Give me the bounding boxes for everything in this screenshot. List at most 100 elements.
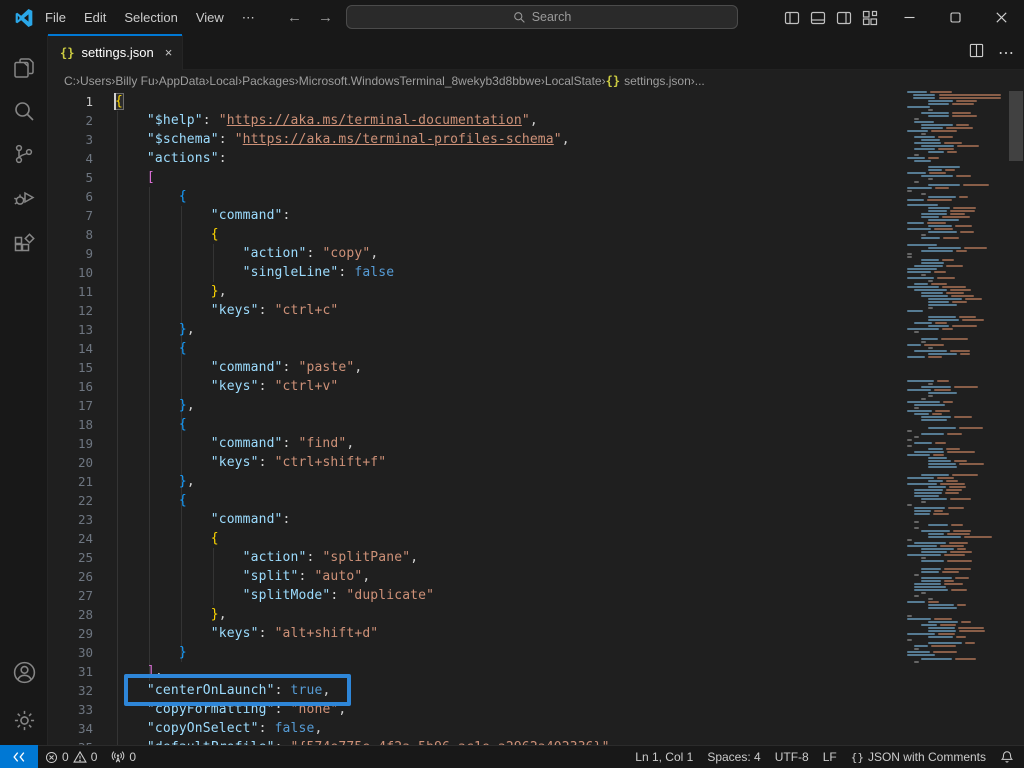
line-number[interactable]: 31 <box>48 662 93 681</box>
search-sidebar-icon[interactable] <box>0 91 48 131</box>
line-number[interactable]: 5 <box>48 168 93 187</box>
source-control-icon[interactable] <box>0 134 48 174</box>
code-line[interactable]: 26 "split": "auto", <box>48 567 1024 586</box>
breadcrumb-item[interactable]: C: <box>64 74 76 88</box>
line-number[interactable]: 13 <box>48 320 93 339</box>
line-number[interactable]: 10 <box>48 263 93 282</box>
code-line[interactable]: 10 "singleLine": false <box>48 263 1024 282</box>
breadcrumb-item[interactable]: {}settings.json <box>606 74 691 88</box>
code-line[interactable]: 6 { <box>48 187 1024 206</box>
line-number[interactable]: 25 <box>48 548 93 567</box>
line-number[interactable]: 34 <box>48 719 93 738</box>
code-line[interactable]: 9 "action": "copy", <box>48 244 1024 263</box>
close-button[interactable] <box>978 0 1024 35</box>
breadcrumb-item[interactable]: AppData <box>159 74 206 88</box>
tab-close-icon[interactable]: × <box>165 45 173 60</box>
line-number[interactable]: 12 <box>48 301 93 320</box>
code-line[interactable]: 15 "command": "paste", <box>48 358 1024 377</box>
code-line[interactable]: 29 "keys": "alt+shift+d" <box>48 624 1024 643</box>
line-number[interactable]: 27 <box>48 586 93 605</box>
breadcrumb-item[interactable]: ... <box>695 74 705 88</box>
maximize-button[interactable] <box>932 0 978 35</box>
code-line[interactable]: 16 "keys": "ctrl+v" <box>48 377 1024 396</box>
toggle-sidebar-icon[interactable] <box>783 9 800 26</box>
line-number[interactable]: 8 <box>48 225 93 244</box>
line-number[interactable]: 6 <box>48 187 93 206</box>
line-number[interactable]: 33 <box>48 700 93 719</box>
run-debug-icon[interactable] <box>0 178 48 218</box>
ports-status[interactable]: 0 <box>104 746 143 768</box>
line-number[interactable]: 20 <box>48 453 93 472</box>
line-number[interactable]: 3 <box>48 130 93 149</box>
minimap[interactable] <box>903 91 1008 691</box>
editor[interactable]: 1{2 "$help": "https://aka.ms/terminal-do… <box>48 91 1024 745</box>
code-line[interactable]: 35 "defaultProfile": "{574e775e-4f2a-5b9… <box>48 738 1024 745</box>
code-line[interactable]: 12 "keys": "ctrl+c" <box>48 301 1024 320</box>
notifications-status[interactable] <box>993 746 1024 768</box>
code-line[interactable]: 24 { <box>48 529 1024 548</box>
extensions-icon[interactable] <box>0 225 48 265</box>
settings-gear-icon[interactable] <box>0 700 48 740</box>
customize-layout-icon[interactable] <box>861 9 878 26</box>
line-number[interactable]: 22 <box>48 491 93 510</box>
code-line[interactable]: 17 }, <box>48 396 1024 415</box>
breadcrumb-item[interactable]: LocalState <box>545 74 602 88</box>
breadcrumb-item[interactable]: Users <box>80 74 111 88</box>
line-number[interactable]: 18 <box>48 415 93 434</box>
line-number[interactable]: 24 <box>48 529 93 548</box>
encoding-status[interactable]: UTF-8 <box>768 746 816 768</box>
line-number[interactable]: 21 <box>48 472 93 491</box>
line-number[interactable]: 23 <box>48 510 93 529</box>
menu-item-view[interactable]: View <box>187 7 233 28</box>
code-line[interactable]: 7 "command": <box>48 206 1024 225</box>
code-line[interactable]: 27 "splitMode": "duplicate" <box>48 586 1024 605</box>
command-center-search[interactable]: Search <box>346 5 738 29</box>
code-line[interactable]: 23 "command": <box>48 510 1024 529</box>
line-number[interactable]: 7 <box>48 206 93 225</box>
remote-indicator[interactable] <box>0 745 38 768</box>
indentation-status[interactable]: Spaces: 4 <box>700 746 767 768</box>
line-number[interactable]: 16 <box>48 377 93 396</box>
line-number[interactable]: 19 <box>48 434 93 453</box>
minimize-button[interactable] <box>886 0 932 35</box>
line-number[interactable]: 26 <box>48 567 93 586</box>
toggle-panel-icon[interactable] <box>809 9 826 26</box>
code-line[interactable]: 13 }, <box>48 320 1024 339</box>
breadcrumb-item[interactable]: Packages <box>242 74 295 88</box>
line-number[interactable]: 17 <box>48 396 93 415</box>
line-number[interactable]: 9 <box>48 244 93 263</box>
line-number[interactable]: 30 <box>48 643 93 662</box>
breadcrumb-item[interactable]: Billy Fu <box>115 74 154 88</box>
line-number[interactable]: 35 <box>48 738 93 745</box>
line-number[interactable]: 28 <box>48 605 93 624</box>
line-number[interactable]: 14 <box>48 339 93 358</box>
tab-settings-json[interactable]: {} settings.json × <box>48 35 183 70</box>
line-number[interactable]: 15 <box>48 358 93 377</box>
code-line[interactable]: 20 "keys": "ctrl+shift+f" <box>48 453 1024 472</box>
code-line[interactable]: 34 "copyOnSelect": false, <box>48 719 1024 738</box>
code-line[interactable]: 22 { <box>48 491 1024 510</box>
line-number[interactable]: 1 <box>48 92 93 111</box>
account-icon[interactable] <box>0 652 48 692</box>
problems-status[interactable]: 0 0 <box>38 746 104 768</box>
menu-item-edit[interactable]: Edit <box>75 7 115 28</box>
code-line[interactable]: 19 "command": "find", <box>48 434 1024 453</box>
more-actions-icon[interactable]: ⋯ <box>998 43 1014 63</box>
breadcrumb-item[interactable]: Local <box>209 74 238 88</box>
scrollbar-thumb[interactable] <box>1009 91 1023 161</box>
eol-status[interactable]: LF <box>816 746 844 768</box>
toggle-secondary-sidebar-icon[interactable] <box>835 9 852 26</box>
code-line[interactable]: 4 "actions": <box>48 149 1024 168</box>
language-mode-status[interactable]: {} JSON with Comments <box>844 746 993 768</box>
menu-item-selection[interactable]: Selection <box>115 7 186 28</box>
line-number[interactable]: 11 <box>48 282 93 301</box>
cursor-position-status[interactable]: Ln 1, Col 1 <box>628 746 700 768</box>
code-line[interactable]: 8 { <box>48 225 1024 244</box>
menu-item-[interactable]: ⋯ <box>233 7 264 29</box>
code-line[interactable]: 18 { <box>48 415 1024 434</box>
code-line[interactable]: 14 { <box>48 339 1024 358</box>
code-line[interactable]: 5 [ <box>48 168 1024 187</box>
code-line[interactable]: 28 }, <box>48 605 1024 624</box>
code-line[interactable]: 25 "action": "splitPane", <box>48 548 1024 567</box>
code-line[interactable]: 11 }, <box>48 282 1024 301</box>
